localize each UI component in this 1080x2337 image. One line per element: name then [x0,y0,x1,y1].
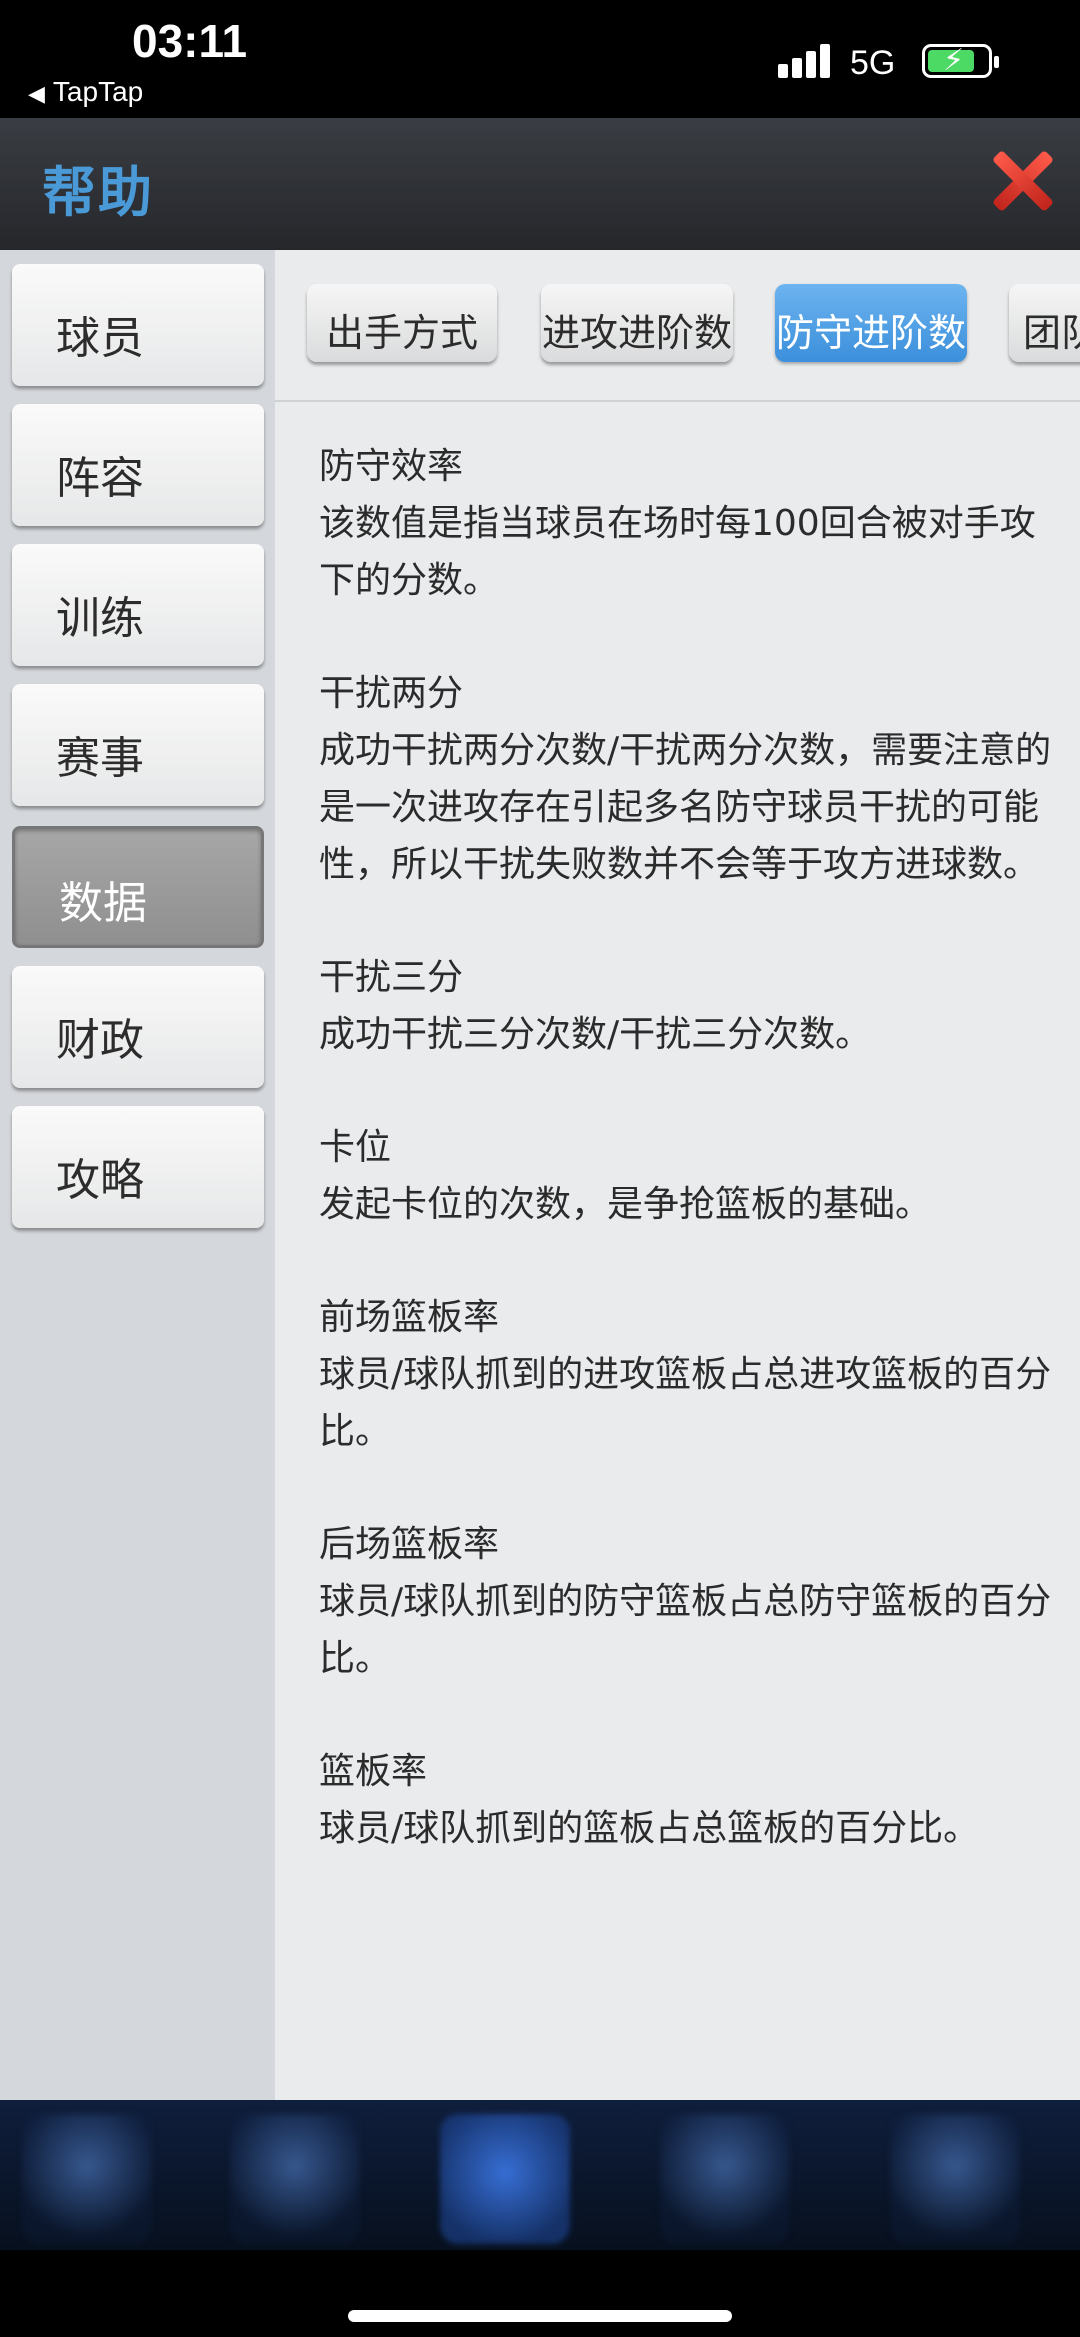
stat-description: 球员/球队抓到的进攻篮板占总进攻篮板的百分比。 [319,1354,1052,1452]
page-title: 帮助 [42,161,154,224]
game-bottom-nav [0,2100,1080,2250]
sidebar-item-label: 球员 [56,313,144,364]
sidebar-item-label: 财政 [56,1015,144,1066]
yuan-icon [230,2114,360,2244]
stat-entry: 前场篮板率 球员/球队抓到的进攻篮板占总进攻篮板的百分比。 [319,1289,1059,1460]
stat-description: 球员/球队抓到的防守篮板占总防守篮板的百分比。 [319,1581,1052,1679]
category-sidebar: 球员 阵容 训练 赛事 数据 财政 攻略 [0,250,275,2100]
tab-advanced-offense[interactable]: 进攻进阶数 [541,284,733,362]
sidebar-item-label: 赛事 [56,733,144,784]
battery-icon: ⚡ [922,43,999,78]
signal-icon [778,42,836,78]
status-time: 03:11 [132,15,248,67]
home-indicator[interactable] [348,2310,732,2322]
sidebar-item-training[interactable]: 训练 [12,544,264,666]
sidebar-item-label: 训练 [56,593,144,644]
home-indicator-area [0,2250,1080,2337]
help-article: 防守效率 该数值是指当球员在场时每100回合被对手攻下的分数。 干扰两分 成功干… [319,438,1059,1913]
stat-title: 前场篮板率 [319,1297,500,1338]
sidebar-item-guide[interactable]: 攻略 [12,1106,264,1228]
stat-entry: 后场篮板率 球员/球队抓到的防守篮板占总防守篮板的百分比。 [319,1516,1059,1687]
stat-title: 防守效率 [319,446,464,487]
sidebar-item-finance[interactable]: 财政 [12,966,264,1088]
sidebar-item-label: 攻略 [56,1155,144,1206]
stat-title: 后场篮板率 [319,1524,500,1565]
help-content: 出手方式 进攻进阶数 防守进阶数 团队 防守效率 该数值是指当球员在场时每100… [275,250,1080,2100]
stat-entry: 篮板率 球员/球队抓到的篮板占总篮板的百分比。 [319,1743,1059,1857]
stat-entry: 干扰三分 成功干扰三分次数/干扰三分次数。 [319,949,1059,1063]
tab-label: 团队 [1023,311,1080,355]
close-icon[interactable] [990,148,1050,214]
star-icon [22,2114,152,2244]
stat-title: 干扰三分 [319,957,464,998]
stat-entry: 卡位 发起卡位的次数，是争抢篮板的基础。 [319,1119,1059,1233]
sidebar-item-data[interactable]: 数据 [12,826,264,948]
stat-entry: 防守效率 该数值是指当球员在场时每100回合被对手攻下的分数。 [319,438,1059,609]
network-type: 5G [850,44,896,82]
tab-shooting[interactable]: 出手方式 [307,284,497,362]
stat-description: 成功干扰三分次数/干扰三分次数。 [319,1014,872,1055]
help-header: 帮助 [0,118,1080,252]
sidebar-item-lineup[interactable]: 阵容 [12,404,264,526]
stat-description: 发起卡位的次数，是争抢篮板的基础。 [319,1184,932,1225]
tab-advanced-defense[interactable]: 防守进阶数 [775,284,967,362]
building-icon [440,2114,570,2244]
chat-icon [660,2114,790,2244]
sidebar-item-label: 阵容 [56,453,144,504]
chevron-up-icon [890,2114,1020,2244]
tab-label: 出手方式 [325,311,478,355]
back-app-label: TapTap [52,76,144,107]
stat-title: 篮板率 [319,1751,428,1792]
stat-description: 该数值是指当球员在场时每100回合被对手攻下的分数。 [319,503,1036,601]
tab-team[interactable]: 团队 [1009,284,1080,362]
sidebar-item-events[interactable]: 赛事 [12,684,264,806]
sidebar-item-players[interactable]: 球员 [12,264,264,386]
stat-description: 成功干扰两分次数/干扰两分次数，需要注意的是一次进攻存在引起多名防守球员干扰的可… [319,730,1052,885]
sidebar-item-label: 数据 [59,878,147,929]
tab-label: 防守进阶数 [775,311,966,355]
back-to-app[interactable]: ◀ TapTap [28,76,143,108]
status-bar: 03:11 ◀ TapTap 5G ⚡ [0,0,1080,118]
stat-entry: 干扰两分 成功干扰两分次数/干扰两分次数，需要注意的是一次进攻存在引起多名防守球… [319,665,1059,893]
stat-title: 干扰两分 [319,673,464,714]
tab-bar[interactable]: 出手方式 进攻进阶数 防守进阶数 团队 [275,250,1080,402]
back-arrow-icon: ◀ [28,81,45,106]
tab-label: 进攻进阶数 [541,311,732,355]
stat-title: 卡位 [319,1127,392,1168]
stat-description: 球员/球队抓到的篮板占总篮板的百分比。 [319,1808,980,1849]
